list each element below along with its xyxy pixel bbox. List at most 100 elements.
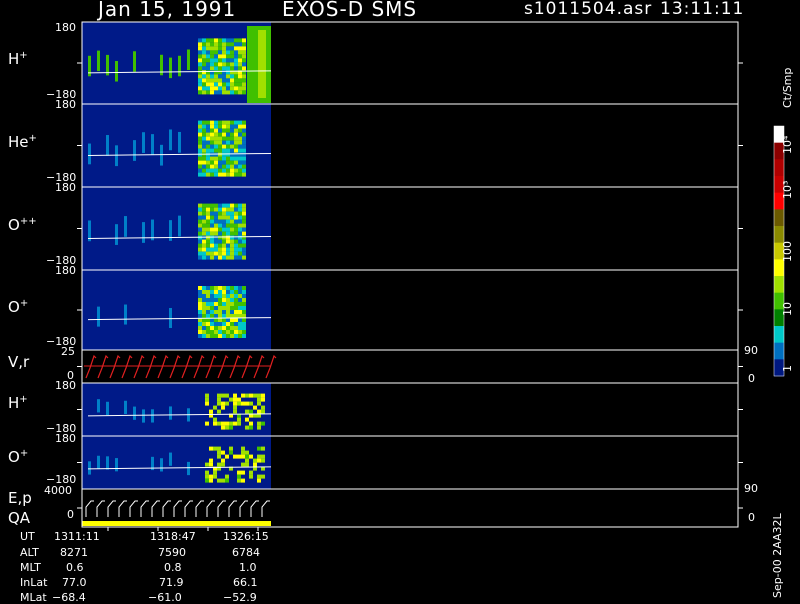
spectrogram-cell bbox=[217, 454, 221, 459]
spectrogram-cell bbox=[230, 38, 234, 43]
spectrogram-cell bbox=[218, 82, 222, 87]
spectrogram-cell bbox=[222, 66, 226, 71]
spectrogram-cell bbox=[222, 322, 226, 326]
spectrogram-bg-h-plus-2 bbox=[82, 383, 271, 436]
spectrogram-cell bbox=[222, 211, 226, 216]
spectrogram-streak bbox=[133, 140, 136, 161]
spectrogram-cell bbox=[226, 120, 230, 125]
spectrogram-cell bbox=[230, 58, 234, 63]
spectrogram-cell bbox=[213, 405, 217, 410]
spectrogram-cell bbox=[237, 417, 241, 422]
spectrogram-cell bbox=[210, 219, 214, 224]
spectrogram-cell bbox=[202, 136, 206, 141]
spectrogram-cell bbox=[230, 148, 234, 153]
spectrogram-cell bbox=[210, 211, 214, 216]
spectrogram-cell bbox=[218, 120, 222, 125]
energy-trace bbox=[162, 500, 171, 517]
spectrogram-cell bbox=[261, 397, 265, 402]
spectrogram-cell bbox=[202, 74, 206, 79]
spectrogram-cell bbox=[218, 306, 222, 310]
spectrogram-cell bbox=[234, 231, 238, 236]
spectrogram-cell bbox=[245, 401, 249, 406]
spectrogram-cell bbox=[257, 454, 261, 459]
spectrogram-cell bbox=[226, 46, 230, 51]
spectrogram-cell bbox=[242, 330, 246, 334]
spectrogram-cell bbox=[198, 148, 202, 153]
spectrogram-cell bbox=[238, 160, 242, 165]
spectrogram-cell bbox=[206, 207, 210, 212]
spectrogram-cell bbox=[245, 425, 249, 430]
spectrogram-cell bbox=[234, 227, 238, 232]
spectrogram-cell bbox=[226, 330, 230, 334]
spectrogram-cell bbox=[230, 82, 234, 87]
spectrogram-cell bbox=[226, 42, 230, 47]
spectrogram-cell bbox=[242, 90, 246, 95]
spectrogram-cell bbox=[226, 318, 230, 322]
spectrogram-cell bbox=[218, 86, 222, 91]
spectrogram-cell bbox=[238, 50, 242, 55]
spectrogram-streak bbox=[133, 406, 136, 420]
spectrogram-cell bbox=[222, 46, 226, 51]
spectrogram-cell bbox=[242, 160, 246, 165]
velocity-trace bbox=[265, 354, 277, 379]
spectrogram-cell bbox=[202, 82, 206, 87]
spectrogram-cell bbox=[242, 203, 246, 208]
spectrogram-cell bbox=[226, 128, 230, 133]
spectrogram-cell bbox=[214, 239, 218, 244]
spectrogram-cell bbox=[202, 62, 206, 67]
panel-label-he-plus: He+ bbox=[8, 133, 37, 151]
spectrogram-cell bbox=[205, 478, 209, 483]
spectrogram-cell bbox=[222, 215, 226, 220]
spectrogram-cell bbox=[205, 421, 209, 426]
spectrogram-cell bbox=[202, 207, 206, 212]
spectrogram-cell bbox=[218, 231, 222, 236]
spectrogram-cell bbox=[218, 38, 222, 43]
spectrogram-cell bbox=[238, 286, 242, 290]
spectrogram-streak bbox=[124, 304, 127, 325]
spectrogram-streak bbox=[97, 50, 100, 72]
spectrogram-cell bbox=[222, 124, 226, 129]
spectrogram-cell bbox=[238, 298, 242, 302]
spectrogram-cell bbox=[234, 160, 238, 165]
spectrogram-cell bbox=[234, 74, 238, 79]
spectrogram-cell bbox=[234, 203, 238, 208]
ytick-top: 25 bbox=[61, 345, 75, 358]
energy-trace bbox=[261, 500, 270, 517]
spectrogram-cell bbox=[205, 393, 209, 398]
spectrogram-cell bbox=[218, 124, 222, 129]
spectrogram-cell bbox=[206, 306, 210, 310]
spectrogram-cell bbox=[238, 172, 242, 177]
spectrogram-cell bbox=[210, 54, 214, 59]
spectrogram-cell bbox=[234, 294, 238, 298]
panel-label-o-plus: O+ bbox=[8, 298, 29, 316]
spectrogram-cell bbox=[202, 330, 206, 334]
spectrogram-cell bbox=[234, 42, 238, 47]
spectrogram-cell bbox=[206, 219, 210, 224]
spectrogram-cell bbox=[214, 128, 218, 133]
spectrogram-cell bbox=[214, 144, 218, 149]
spectrogram-cell bbox=[242, 46, 246, 51]
spectrogram-cell bbox=[230, 235, 234, 240]
spectrogram-cell bbox=[226, 86, 230, 91]
spectrogram-cell bbox=[222, 38, 226, 43]
spectrogram-cell bbox=[238, 62, 242, 67]
spectrogram-cell bbox=[202, 90, 206, 95]
spectrogram-cell bbox=[226, 326, 230, 330]
spectrogram-cell bbox=[206, 326, 210, 330]
spectrogram-cell bbox=[198, 310, 202, 314]
spectrogram-cell bbox=[230, 290, 234, 294]
spectrogram-cell bbox=[206, 164, 210, 169]
velocity-trace bbox=[217, 354, 229, 379]
spectrogram-cell bbox=[230, 168, 234, 173]
spectrogram-cell bbox=[214, 172, 218, 177]
spectrogram-cell bbox=[198, 330, 202, 334]
spectrogram-cell bbox=[218, 128, 222, 133]
spectrogram-cell bbox=[202, 290, 206, 294]
spectrogram-cell bbox=[218, 298, 222, 302]
spectrogram-cell bbox=[206, 211, 210, 216]
spectrogram-cell bbox=[210, 290, 214, 294]
spectrogram-cell bbox=[238, 310, 242, 314]
spectrogram-cell bbox=[206, 70, 210, 75]
panel-label-vr: V,r bbox=[8, 353, 30, 371]
velocity-trace bbox=[85, 354, 97, 379]
